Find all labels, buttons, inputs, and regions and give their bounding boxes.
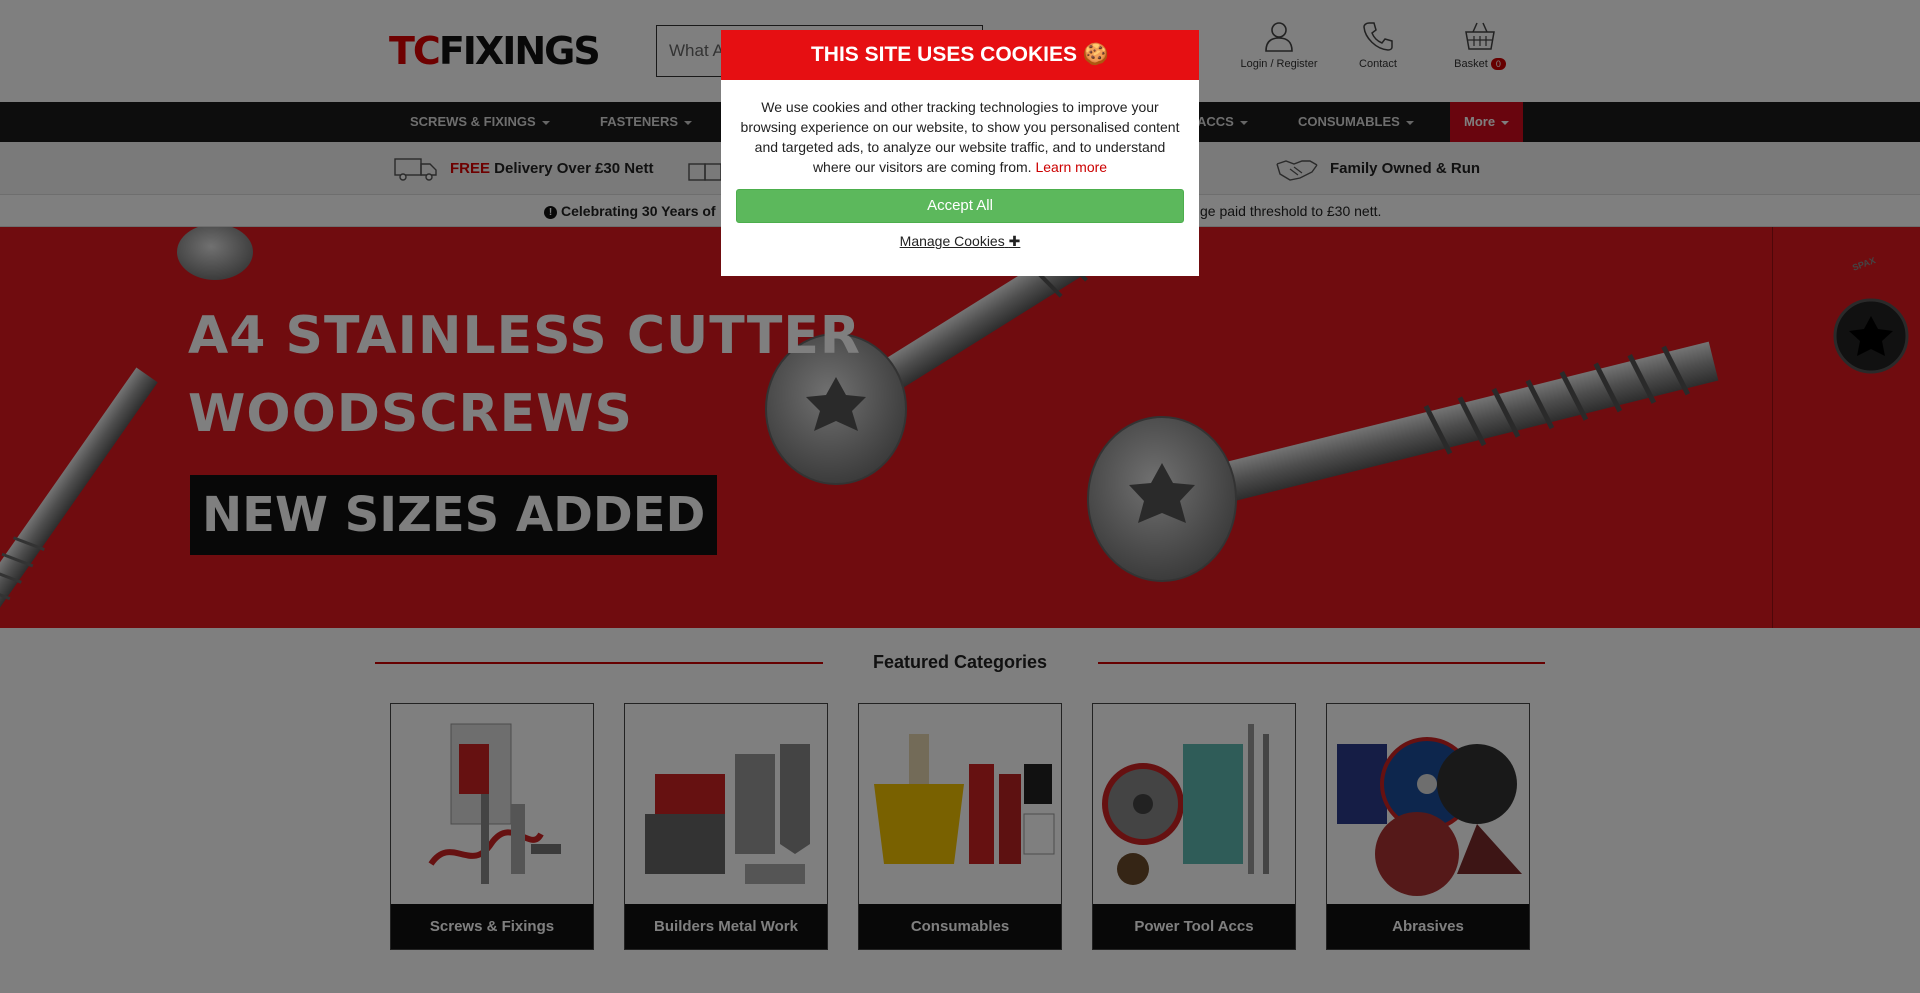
learn-more-link[interactable]: Learn more [1035,159,1107,175]
cookie-modal: THIS SITE USES COOKIES 🍪 We use cookies … [721,30,1199,276]
cookie-modal-header: THIS SITE USES COOKIES 🍪 [721,30,1199,80]
cookie-body-text: We use cookies and other tracking techno… [740,99,1180,175]
accept-all-button[interactable]: Accept All [736,189,1184,223]
cookie-modal-body: We use cookies and other tracking techno… [721,80,1199,177]
cookie-title: THIS SITE USES COOKIES [810,43,1078,66]
cookie-icon: 🍪 [1082,43,1110,66]
manage-cookies-label: Manage Cookies [899,233,1005,249]
plus-icon: ✚ [1008,233,1021,249]
manage-cookies-link[interactable]: Manage Cookies ✚ [721,233,1199,250]
